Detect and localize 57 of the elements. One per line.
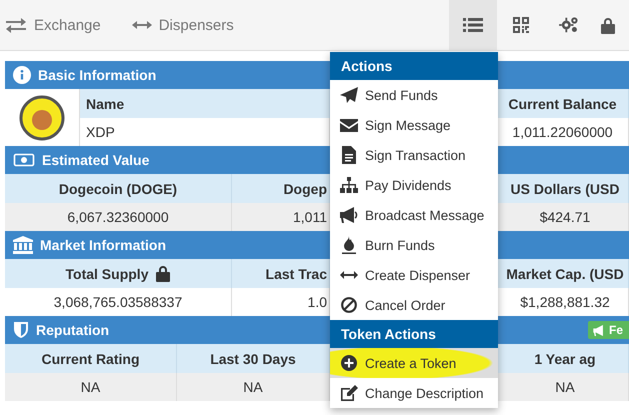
column-header: Last Trac [232,259,330,288]
column-header: Dogep [232,174,330,203]
nav-link[interactable]: Dispensers [126,0,248,50]
menu-group-header: Actions [330,52,498,80]
toolbar-button[interactable] [449,0,497,50]
section-title: Reputation [36,322,110,338]
nav-link[interactable]: Exchange [0,0,115,50]
table-cell: NA [177,373,330,401]
edit-icon [340,385,358,401]
menu-item[interactable]: Sign Transaction [330,140,498,170]
envelope-icon [340,118,358,132]
info-icon [13,66,31,84]
section-title: Basic Information [38,67,156,83]
shield-icon [13,321,29,339]
menu-item[interactable]: Pay Dividends [330,170,498,200]
banknote-icon [13,152,35,168]
qr-code-icon [513,17,529,33]
exchange-icon [5,17,27,33]
document-icon [340,146,358,164]
lock-icon [601,16,615,34]
column-header: US Dollars (USD [502,174,629,203]
flame-icon [340,236,358,254]
column-header: Dogecoin (DOGE) [5,174,232,203]
column-header: Current Balance [497,89,629,118]
column-header: Market Cap. (USD [502,259,629,288]
double-arrow-icon [340,270,358,280]
menu-item[interactable]: Create a Token [330,348,498,378]
double-arrow-icon [132,20,152,30]
section-title: Market Information [40,237,166,253]
bank-icon [13,236,33,254]
menu-item[interactable]: Burn Funds [330,230,498,260]
table-cell: $424.71 [502,203,629,231]
column-header: Last 30 Days [177,344,330,373]
hierarchy-icon [340,177,358,193]
column-header: Name [80,89,330,118]
table-cell: 1,011 [232,203,330,231]
menu-item[interactable]: Cancel Order [330,290,498,320]
menu-item[interactable]: Sign Message [330,110,498,140]
menu-item[interactable]: Send Funds [330,80,498,110]
column-header: Total Supply [5,259,232,288]
column-header: 1 Year ag [502,344,629,373]
list-icon [463,17,483,33]
column-header: Current Rating [5,344,177,373]
megaphone-icon [593,324,606,336]
table-cell: 6,067.32360000 [5,203,232,231]
megaphone-icon [340,207,358,223]
menu-item[interactable]: Create Dispenser [330,260,498,290]
plus-circle-icon [340,355,358,371]
table-cell: NA [5,373,177,401]
menu-item[interactable]: Broadcast Message [330,200,498,230]
mascot-avatar-icon [19,94,65,140]
section-title: Estimated Value [42,152,150,168]
prohibited-icon [340,297,358,313]
paper-plane-icon [340,87,358,103]
menu-item[interactable]: Change Description [330,378,498,408]
table-cell: NA [502,373,629,401]
menu-group-header: Token Actions [330,320,498,348]
